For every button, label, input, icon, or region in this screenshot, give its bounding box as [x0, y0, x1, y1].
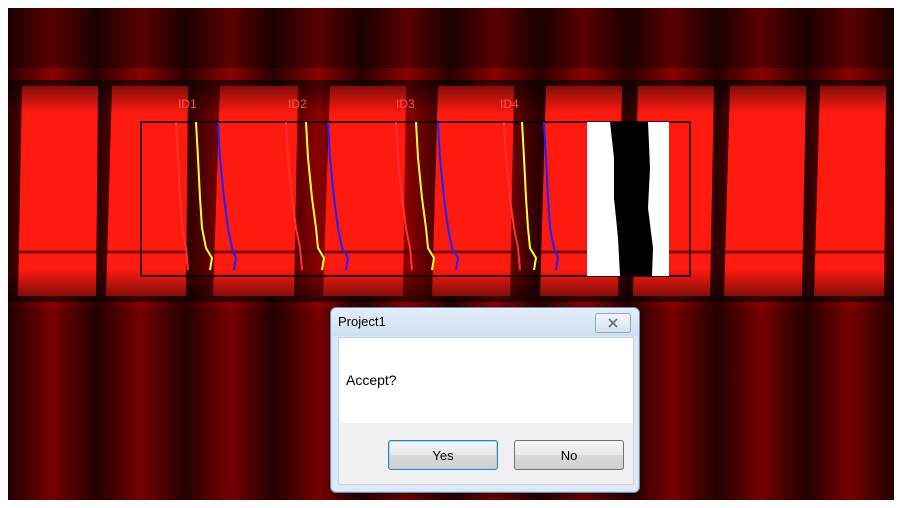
yes-button[interactable]: Yes	[388, 440, 498, 470]
close-icon	[608, 318, 618, 328]
marker-id3: ID3	[396, 97, 415, 111]
close-button[interactable]	[595, 313, 631, 333]
accept-dialog: Project1 Accept? Yes No	[330, 307, 640, 493]
marker-id4: ID4	[500, 97, 519, 111]
no-button[interactable]: No	[514, 440, 624, 470]
dialog-titlebar[interactable]: Project1	[331, 308, 639, 336]
dialog-footer: Yes No	[338, 423, 634, 485]
dialog-title: Project1	[338, 314, 386, 329]
dialog-body: Accept?	[338, 337, 634, 423]
dialog-message: Accept?	[346, 372, 397, 388]
marker-id2: ID2	[288, 97, 307, 111]
marker-id1: ID1	[178, 97, 197, 111]
